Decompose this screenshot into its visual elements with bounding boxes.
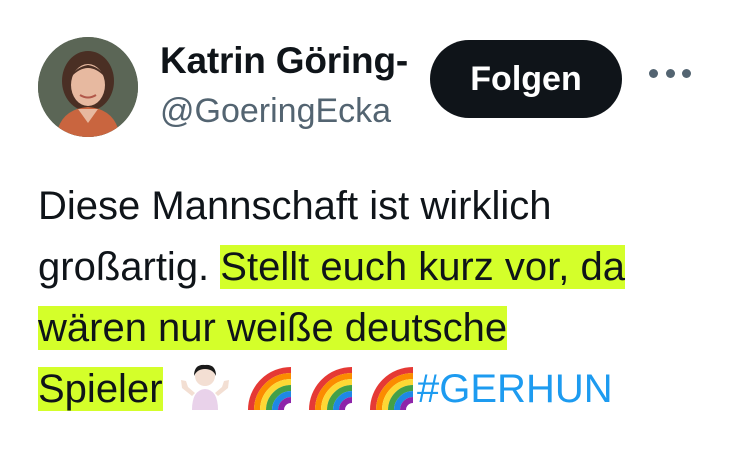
more-dot	[665, 68, 675, 78]
more-options-icon[interactable]	[649, 66, 691, 80]
profile-photo	[38, 37, 138, 137]
tweet-line: Spieler #GERHUN	[38, 359, 708, 420]
highlighted-text: wären nur weiße deutsche	[38, 306, 508, 350]
tweet-line: wären nur weiße deutsche	[38, 298, 708, 359]
user-handle[interactable]: @GoeringEcka	[160, 92, 391, 131]
display-name[interactable]: Katrin Göring-	[160, 40, 408, 82]
rainbow-emoji	[369, 364, 417, 428]
tweet-text-segment: Diese Mannschaft ist wirklich	[38, 184, 552, 228]
hashtag-link[interactable]: #GERHUN	[417, 367, 613, 411]
rainbow-emoji	[308, 364, 356, 428]
highlighted-text: Spieler	[38, 367, 163, 411]
follow-button[interactable]: Folgen	[430, 40, 622, 118]
highlighted-text: Stellt euch kurz vor, da	[220, 245, 625, 289]
more-dot	[682, 68, 691, 78]
tweet-line: Diese Mannschaft ist wirklich	[38, 176, 708, 237]
avatar[interactable]	[38, 37, 138, 137]
rainbow-emoji	[247, 364, 295, 428]
more-dot	[649, 68, 658, 78]
tweet-text: Diese Mannschaft ist wirklich großartig.…	[38, 176, 708, 420]
follow-button-label: Folgen	[470, 59, 582, 98]
tweet-line: großartig. Stellt euch kurz vor, da	[38, 237, 708, 298]
person-shrugging-emoji	[180, 364, 230, 428]
tweet-text-segment: großartig.	[38, 245, 221, 289]
